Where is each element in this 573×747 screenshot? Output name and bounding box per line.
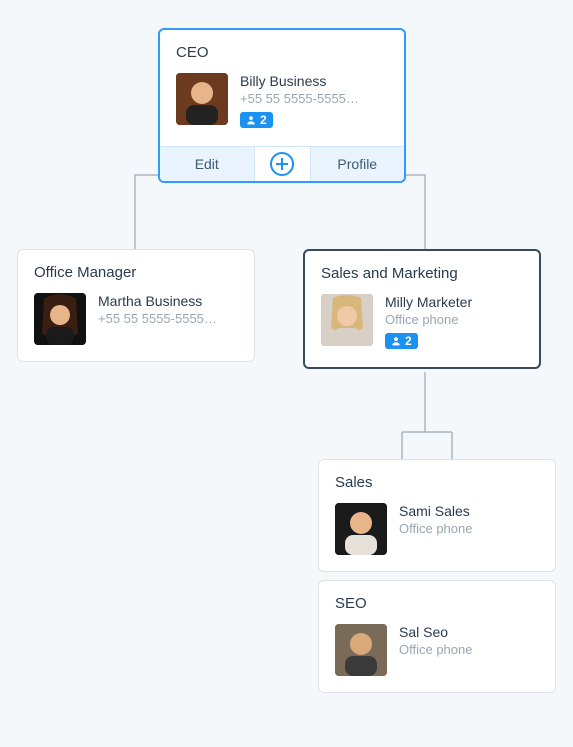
node-actions: Edit Profile [160, 146, 404, 181]
avatar [34, 293, 86, 345]
person-name: Sal Seo [399, 624, 539, 640]
person-name: Martha Business [98, 293, 238, 309]
person-sub: Office phone [399, 642, 539, 657]
profile-button[interactable]: Profile [311, 147, 405, 181]
role-label: Sales [335, 474, 539, 491]
person-icon [391, 336, 401, 346]
avatar [335, 624, 387, 676]
role-label: SEO [335, 595, 539, 612]
avatar [176, 73, 228, 125]
org-node-ceo[interactable]: CEO Billy Business +55 55 5555-5555… 2 E… [158, 28, 406, 183]
reports-count: 2 [405, 335, 412, 347]
person-sub: +55 55 5555-5555… [98, 311, 238, 326]
reports-badge: 2 [240, 112, 273, 128]
avatar [321, 294, 373, 346]
person-name: Billy Business [240, 73, 388, 89]
org-node-sales-marketing[interactable]: Sales and Marketing Milly Marketer Offic… [303, 249, 541, 369]
reports-count: 2 [260, 114, 267, 126]
person-icon [246, 115, 256, 125]
role-label: Office Manager [34, 264, 238, 281]
person-name: Sami Sales [399, 503, 539, 519]
org-node-office-manager[interactable]: Office Manager Martha Business +55 55 55… [17, 249, 255, 362]
org-node-sales[interactable]: Sales Sami Sales Office phone [318, 459, 556, 572]
reports-badge: 2 [385, 333, 418, 349]
edit-button[interactable]: Edit [160, 147, 255, 181]
add-child-button[interactable] [255, 147, 311, 181]
person-sub: Office phone [399, 521, 539, 536]
person-sub: +55 55 5555-5555… [240, 91, 388, 106]
person-name: Milly Marketer [385, 294, 523, 310]
org-node-seo[interactable]: SEO Sal Seo Office phone [318, 580, 556, 693]
person-sub: Office phone [385, 312, 523, 327]
plus-icon [270, 152, 294, 176]
role-label: Sales and Marketing [321, 265, 523, 282]
role-label: CEO [176, 44, 388, 61]
avatar [335, 503, 387, 555]
